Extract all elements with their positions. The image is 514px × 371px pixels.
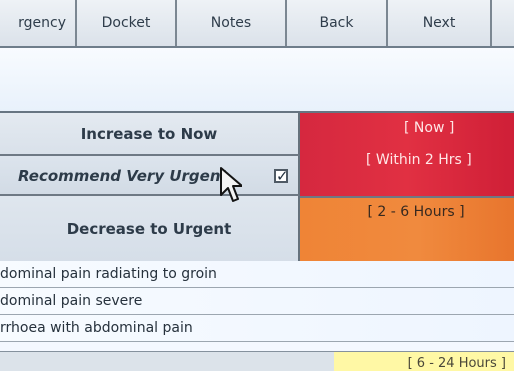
decrease-to-urgent-button[interactable]: Decrease to Urgent: [0, 196, 300, 263]
complaint-item[interactable]: dominal pain severe: [0, 288, 514, 315]
six-to-twenty-four-hours-label: [ 6 - 24 Hours ]: [334, 352, 514, 371]
toolbar-edge: [492, 0, 514, 46]
within-2-hours-label: [ Within 2 Hrs ]: [366, 152, 472, 168]
mouse-pointer-icon: [220, 167, 242, 202]
tab-urgency[interactable]: rgency: [0, 0, 77, 46]
next-button[interactable]: Next: [388, 0, 492, 46]
urgency-grid: Increase to Now Recommend Very Urgent ✓ …: [0, 111, 514, 263]
recommend-very-urgent-label: Recommend Very Urgent: [18, 167, 228, 185]
recommend-very-urgent-row[interactable]: Recommend Very Urgent ✓: [0, 156, 300, 196]
now-time-label: [ Now ]: [404, 120, 455, 136]
recommend-very-urgent-checkbox[interactable]: ✓: [274, 169, 289, 184]
urgent-status-panel: [ 2 - 6 Hours ]: [300, 196, 514, 263]
complaint-item[interactable]: rrhoea with abdominal pain: [0, 315, 514, 342]
triage-screen: rgency Docket Notes Back Next Increase t…: [0, 0, 514, 371]
top-toolbar: rgency Docket Notes Back Next: [0, 0, 514, 48]
tab-docket[interactable]: Docket: [77, 0, 177, 46]
increase-to-now-button[interactable]: Increase to Now: [0, 113, 300, 156]
footer-strip: [ 6 - 24 Hours ]: [0, 351, 514, 371]
complaint-item[interactable]: dominal pain radiating to groin: [0, 261, 514, 288]
empty-header-area: [0, 48, 514, 112]
tab-notes[interactable]: Notes: [177, 0, 287, 46]
back-button[interactable]: Back: [287, 0, 388, 46]
very-urgent-status-panel: [ Now ] [ Within 2 Hrs ]: [300, 113, 514, 196]
